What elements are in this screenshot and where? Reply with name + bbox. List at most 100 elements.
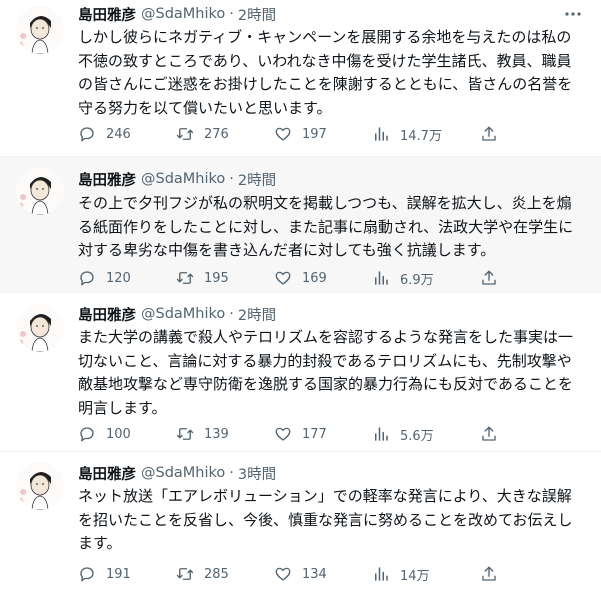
reply-icon [80, 567, 94, 582]
tweet-text-line: 切ないこと、言論に対する暴力的封殺であるテロリズムにも、先制攻撃や [78, 351, 572, 370]
tweet-feed: 島田雅彦 @SdaMhiko · 2時間 しかし彼らにネガティブ・キャンペーンを… [0, 0, 601, 591]
reply-count: 246 [106, 126, 131, 142]
views-button[interactable]: 14万 [372, 564, 430, 584]
tweet-header: 島田雅彦 @SdaMhiko · 2時間 [78, 4, 276, 24]
reply-button[interactable]: 191 [78, 564, 131, 584]
like-count: 177 [302, 426, 327, 442]
tweet-header: 島田雅彦 @SdaMhiko · 3時間 [78, 463, 276, 483]
action-bar: 100 139 177 5.6万 [76, 424, 506, 444]
views-button[interactable]: 6.9万 [372, 268, 434, 288]
tweet-text-line: を招いたことを反省し、今後、慎重な発言に努めることを改めてお伝えし [78, 510, 573, 529]
like-button[interactable]: 169 [274, 268, 327, 288]
author-handle[interactable]: @SdaMhiko [141, 6, 225, 22]
bar-chart-icon [375, 271, 388, 285]
tweet-text-line: また大学の講義で殺人やテロリズムを容認するような発言をした事実は一 [78, 328, 574, 346]
bar-chart-icon [375, 567, 388, 581]
heart-icon [275, 427, 291, 441]
like-button[interactable]: 177 [274, 424, 327, 444]
share-button[interactable] [480, 124, 498, 144]
tweet-text-line: 対する卑劣な中傷を書き込んだ者に対しても強く抗議します。 [78, 241, 496, 259]
reply-button[interactable]: 100 [78, 424, 131, 444]
retweet-button[interactable]: 195 [176, 268, 229, 288]
tweet-2[interactable]: 島田雅彦 @SdaMhiko · 2時間 その上で夕刊フジが私の釈明文を掲載しつ… [0, 157, 601, 293]
retweet-icon [176, 428, 194, 440]
retweet-count: 139 [204, 426, 229, 442]
tweet-text-line: 守る努力を以て償いたいと思います。 [78, 98, 332, 117]
reply-button[interactable]: 120 [78, 268, 131, 288]
like-button[interactable]: 134 [274, 564, 327, 584]
reply-icon [80, 127, 94, 142]
share-icon [482, 126, 496, 141]
tweet-text-line: 明言します。 [78, 398, 167, 417]
share-button[interactable] [480, 268, 498, 288]
views-count: 5.6万 [400, 428, 434, 444]
action-bar: 191 285 134 14万 [76, 564, 506, 584]
retweet-count: 195 [204, 270, 229, 286]
timestamp[interactable]: 2時間 [238, 4, 276, 25]
views-count: 14万 [400, 568, 430, 584]
author-handle[interactable]: @SdaMhiko [141, 465, 225, 481]
tweet-text: しかし彼らにネガティブ・キャンペーンを展開する余地を与えたのは私の 不徳の致すと… [78, 26, 590, 120]
tweet-text-line: その上で夕刊フジが私の釈明文を掲載しつつも、誤解を拡大し、炎上を煽 [78, 194, 572, 212]
action-bar: 246 276 197 14.7万 [76, 124, 506, 144]
heart-icon [275, 567, 291, 581]
timestamp[interactable]: 3時間 [238, 463, 276, 484]
tweet-header: 島田雅彦 @SdaMhiko · 2時間 [78, 169, 276, 189]
avatar[interactable] [16, 167, 64, 215]
author-name[interactable]: 島田雅彦 [78, 463, 136, 484]
retweet-button[interactable]: 139 [176, 424, 229, 444]
tweet-3[interactable]: 島田雅彦 @SdaMhiko · 2時間 また大学の講義で殺人やテロリズムを容認… [0, 293, 601, 452]
tweet-text-line: しかし彼らにネガティブ・キャンペーンを展開する余地を与えたのは私の [78, 28, 572, 46]
avatar[interactable] [16, 462, 64, 510]
reply-icon [80, 427, 94, 442]
avatar[interactable] [16, 6, 64, 54]
retweet-button[interactable]: 285 [176, 564, 229, 584]
retweet-count: 276 [204, 126, 229, 142]
reply-icon [80, 271, 94, 286]
views-button[interactable]: 14.7万 [372, 124, 442, 144]
bar-chart-icon [375, 427, 388, 441]
tweet-text-line: の皆さんにご迷惑をお掛けしたことを陳謝するとともに、皆さんの名誉を [78, 75, 573, 93]
separator-dot: · [229, 6, 234, 22]
reply-button[interactable]: 246 [78, 124, 131, 144]
author-handle[interactable]: @SdaMhiko [141, 306, 225, 322]
share-icon [482, 426, 496, 441]
tweet-text-line: ます。 [78, 534, 122, 552]
like-count: 134 [302, 566, 327, 582]
views-button[interactable]: 5.6万 [372, 424, 434, 444]
author-name[interactable]: 島田雅彦 [78, 304, 136, 325]
heart-icon [275, 271, 291, 285]
like-count: 197 [302, 126, 327, 142]
share-button[interactable] [480, 424, 498, 444]
retweet-icon [176, 128, 194, 140]
avatar[interactable] [16, 304, 64, 352]
more-options-icon[interactable] [559, 4, 587, 24]
like-button[interactable]: 197 [274, 124, 327, 144]
tweet-4[interactable]: 島田雅彦 @SdaMhiko · 3時間 ネット放送「エアレボリューション」での… [0, 452, 601, 591]
timestamp[interactable]: 2時間 [238, 169, 276, 190]
share-icon [482, 270, 496, 285]
author-name[interactable]: 島田雅彦 [78, 169, 136, 190]
action-bar: 120 195 169 6.9万 [76, 268, 506, 288]
reply-count: 120 [106, 270, 131, 286]
tweet-text-line: る紙面作りをしたことに対し、また記事に扇動され、法政大学や在学生に [78, 217, 574, 236]
like-count: 169 [302, 270, 327, 286]
tweet-text-line: 不徳の致すところであり、いわれなき中傷を受けた学生諸氏、教員、職員 [78, 51, 572, 70]
author-handle[interactable]: @SdaMhiko [141, 171, 225, 187]
bar-chart-icon [375, 127, 388, 141]
tweet-text-line: ネット放送「エアレボリューション」での軽率な発言により、大きな誤解 [78, 487, 572, 505]
tweet-1[interactable]: 島田雅彦 @SdaMhiko · 2時間 しかし彼らにネガティブ・キャンペーンを… [0, 0, 601, 157]
retweet-icon [176, 272, 194, 284]
heart-icon [275, 127, 291, 141]
tweet-text-line: 敵基地攻撃など専守防衛を逸脱する国家的暴力行為にも反対であることを [78, 375, 573, 393]
views-count: 6.9万 [400, 272, 434, 288]
retweet-button[interactable]: 276 [176, 124, 229, 144]
separator-dot: · [229, 171, 234, 187]
author-name[interactable]: 島田雅彦 [78, 4, 136, 25]
share-button[interactable] [480, 564, 498, 584]
timestamp[interactable]: 2時間 [238, 304, 276, 325]
retweet-icon [176, 568, 194, 580]
retweet-count: 285 [204, 566, 229, 582]
tweet-text: また大学の講義で殺人やテロリズムを容認するような発言をした事実は一 切ないこと、… [78, 326, 590, 420]
separator-dot: · [229, 306, 234, 322]
